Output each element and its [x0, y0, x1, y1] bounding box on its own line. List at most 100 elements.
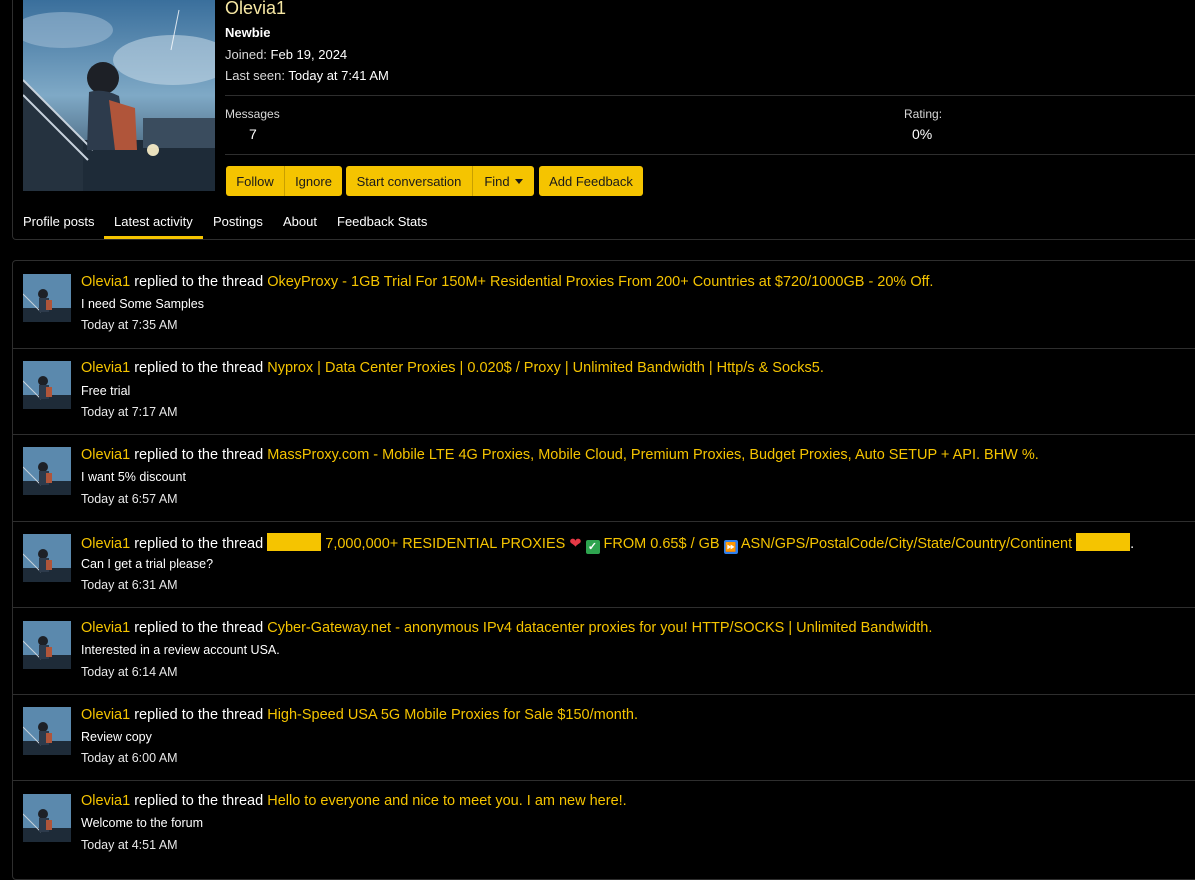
redacted-block — [267, 533, 322, 551]
divider — [12, 780, 1195, 781]
avatar-image — [23, 0, 215, 191]
start-conversation-button[interactable]: Start conversation — [346, 166, 472, 196]
activity-snippet: Free trial — [81, 384, 131, 398]
divider — [12, 434, 1195, 435]
heart-icon: ❤ — [569, 536, 582, 552]
activity-headline: Olevia1 replied to the thread 7,000,000+… — [81, 533, 1134, 554]
activity-time[interactable]: Today at 6:57 AM — [81, 492, 178, 506]
activity-headline: Olevia1 replied to the thread Hello to e… — [81, 793, 627, 809]
activity-time[interactable]: Today at 7:35 AM — [81, 318, 178, 332]
check-mark-icon: ✓ — [585, 540, 600, 554]
avatar[interactable] — [23, 534, 71, 582]
add-feedback-button[interactable]: Add Feedback — [539, 166, 643, 196]
activity-headline: Olevia1 replied to the thread Nyprox | D… — [81, 360, 824, 376]
activity-headline: Olevia1 replied to the thread OkeyProxy … — [81, 274, 933, 290]
find-button[interactable]: Find — [472, 166, 534, 196]
activity-user-link[interactable]: Olevia1 — [81, 536, 130, 552]
thread-title-part: . — [1130, 536, 1135, 552]
avatar-image — [23, 447, 71, 495]
thread-title-part: ASN/GPS/PostalCode/City/State/Country/Co… — [740, 536, 1073, 552]
activity-thread-link[interactable]: MassProxy.com - Mobile LTE 4G Proxies, M… — [267, 447, 1039, 463]
username[interactable]: Olevia1 — [225, 0, 286, 19]
last-seen-label: Last seen: — [225, 68, 285, 83]
avatar[interactable] — [23, 361, 71, 409]
rating-label: Rating: — [904, 107, 943, 121]
activity-snippet: Can I get a trial please? — [81, 557, 214, 571]
thread-title-part: 7,000,000+ RESIDENTIAL PROXIES — [325, 536, 566, 552]
activity-thread-link[interactable]: Cyber-Gateway.net - anonymous IPv4 datac… — [267, 620, 932, 636]
last-seen-value: Today at 7:41 AM — [288, 68, 389, 83]
activity-thread-link[interactable]: High-Speed USA 5G Mobile Proxies for Sal… — [267, 707, 638, 723]
activity-user-link[interactable]: Olevia1 — [81, 620, 130, 636]
activity-user-link[interactable]: Olevia1 — [81, 793, 130, 809]
thread-title-part: FROM 0.65$ / GB — [603, 536, 720, 552]
divider — [12, 694, 1195, 695]
divider — [12, 348, 1195, 349]
activity-thread-link[interactable]: Nyprox | Data Center Proxies | 0.020$ / … — [267, 360, 824, 376]
divider — [12, 521, 1195, 522]
caret-down-icon — [514, 178, 523, 184]
activity-user-link[interactable]: Olevia1 — [81, 274, 130, 290]
avatar-image — [23, 361, 71, 409]
avatar[interactable] — [23, 447, 71, 495]
fast-forward-icon: ⏩ — [723, 540, 738, 554]
activity-verb: replied to the thread — [134, 447, 264, 463]
activity-snippet: Interested in a review account USA. — [81, 643, 280, 657]
activity-verb: replied to the thread — [134, 536, 264, 552]
avatar[interactable] — [23, 794, 71, 842]
activity-verb: replied to the thread — [134, 793, 264, 809]
joined-label: Joined: — [225, 47, 267, 62]
avatar[interactable] — [23, 274, 71, 322]
activity-verb: replied to the thread — [134, 360, 264, 376]
avatar[interactable] — [23, 0, 215, 191]
user-title: Newbie — [225, 25, 271, 40]
activity-verb: replied to the thread — [134, 620, 264, 636]
activity-user-link[interactable]: Olevia1 — [81, 360, 130, 376]
activity-verb: replied to the thread — [134, 274, 264, 290]
activity-time[interactable]: Today at 6:31 AM — [81, 578, 178, 592]
avatar-image — [23, 534, 71, 582]
rating-value: 0% — [912, 126, 933, 142]
avatar-image — [23, 274, 71, 322]
tab-latest-activity[interactable]: Latest activity — [114, 214, 193, 229]
active-tab-indicator — [104, 236, 203, 239]
avatar[interactable] — [23, 621, 71, 669]
activity-headline: Olevia1 replied to the thread MassProxy.… — [81, 447, 1039, 463]
find-label: Find — [484, 173, 510, 189]
avatar-image — [23, 621, 71, 669]
tab-postings[interactable]: Postings — [213, 214, 263, 229]
avatar-image — [23, 707, 71, 755]
activity-snippet: Welcome to the forum — [81, 816, 204, 830]
joined-date: Feb 19, 2024 — [270, 47, 348, 62]
activity-snippet: I need Some Samples — [81, 297, 204, 311]
divider — [225, 154, 1195, 155]
activity-time[interactable]: Today at 6:00 AM — [81, 751, 178, 765]
activity-time[interactable]: Today at 6:14 AM — [81, 665, 178, 679]
activity-snippet: I want 5% discount — [81, 470, 186, 484]
follow-button[interactable]: Follow — [226, 166, 284, 196]
activity-user-link[interactable]: Olevia1 — [81, 447, 130, 463]
messages-count[interactable]: 7 — [249, 126, 257, 142]
ignore-button[interactable]: Ignore — [284, 166, 342, 196]
activity-verb: replied to the thread — [134, 707, 264, 723]
activity-thread-link[interactable]: OkeyProxy - 1GB Trial For 150M+ Resident… — [267, 274, 933, 290]
last-seen-info: Last seen: Today at 7:41 AM — [225, 68, 389, 83]
tab-profile-posts[interactable]: Profile posts — [23, 214, 95, 229]
activity-user-link[interactable]: Olevia1 — [81, 707, 130, 723]
activity-time[interactable]: Today at 4:51 AM — [81, 838, 178, 852]
activity-headline: Olevia1 replied to the thread High-Speed… — [81, 707, 638, 723]
redacted-block — [1076, 533, 1131, 551]
activity-headline: Olevia1 replied to the thread Cyber-Gate… — [81, 620, 932, 636]
avatar[interactable] — [23, 707, 71, 755]
activity-thread-link[interactable]: Hello to everyone and nice to meet you. … — [267, 793, 626, 809]
divider — [225, 95, 1195, 96]
tab-feedback-stats[interactable]: Feedback Stats — [337, 214, 427, 229]
avatar-image — [23, 794, 71, 842]
tab-about[interactable]: About — [283, 214, 317, 229]
messages-label: Messages — [225, 107, 280, 121]
joined-info: Joined: Feb 19, 2024 — [225, 47, 347, 62]
activity-snippet: Review copy — [81, 730, 152, 744]
activity-time[interactable]: Today at 7:17 AM — [81, 405, 178, 419]
activity-thread-link[interactable]: 7,000,000+ RESIDENTIAL PROXIES ❤ ✓ FROM … — [267, 533, 1135, 554]
divider — [12, 607, 1195, 608]
